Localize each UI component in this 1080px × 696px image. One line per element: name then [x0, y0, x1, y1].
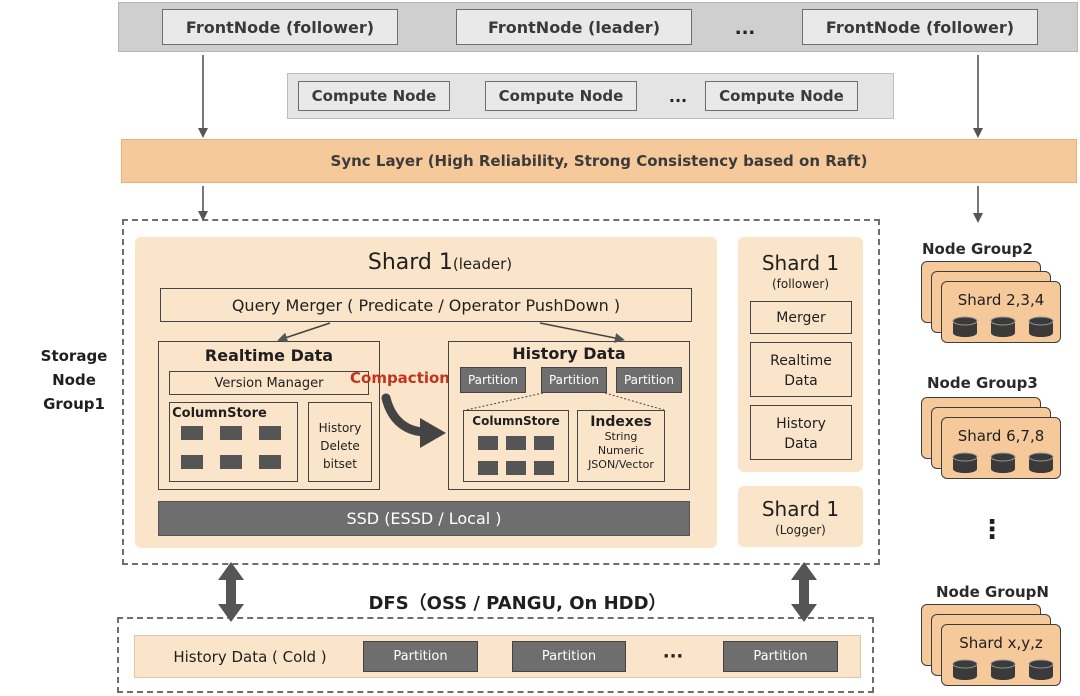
dfs-partition-1[interactable]: Partition	[363, 641, 478, 672]
front-node-leader[interactable]: FrontNode (leader)	[456, 9, 692, 45]
history-block-5	[506, 461, 526, 475]
compute-node-1[interactable]: Compute Node	[298, 81, 450, 111]
storage-label-line1: Storage	[40, 347, 108, 365]
disk-icon	[990, 659, 1016, 680]
shard-leader-name: Shard 1	[367, 250, 453, 275]
compute-node-2[interactable]: Compute Node	[485, 81, 637, 111]
history-columnstore-label: ColumnStore	[472, 414, 560, 428]
index-json-vector: JSON/Vector	[588, 458, 654, 471]
shard-follower-title: Shard 1	[761, 251, 840, 275]
sync-layer: Sync Layer (High Reliability, Strong Con…	[121, 139, 1077, 183]
front-node-follower-right[interactable]: FrontNode (follower)	[802, 9, 1038, 45]
shard-logger-title: Shard 1	[761, 497, 840, 521]
realtime-block-2	[220, 426, 242, 440]
disk-icon	[952, 316, 978, 337]
compute-node-3[interactable]: Compute Node	[705, 81, 858, 111]
history-data-cold: History Data ( Cold )	[173, 648, 327, 666]
node-group-ellipsis: ⋮	[979, 515, 1005, 545]
ssd-bar[interactable]: SSD (ESSD / Local )	[158, 501, 690, 536]
realtime-block-6	[259, 455, 281, 469]
realtime-block-5	[220, 455, 242, 469]
dfs-ellipsis: ···	[662, 645, 684, 667]
disk-icon	[990, 452, 1016, 473]
node-group3-title: Node Group3	[927, 374, 1038, 392]
follower-realtime-line2: Data	[784, 373, 818, 389]
shard-logger-role: (Logger)	[775, 523, 826, 537]
follower-history-data[interactable]: History Data	[750, 405, 852, 460]
disk-icon	[952, 659, 978, 680]
realtime-data-title: Realtime Data	[204, 345, 334, 365]
node-groupN-title: Node GroupN	[936, 583, 1049, 601]
dfs-partition-2[interactable]: Partition	[512, 641, 626, 672]
dfs-partition-3[interactable]: Partition	[723, 641, 838, 672]
storage-label-line2: Node	[52, 371, 96, 389]
node-group3-shards: Shard 6,7,8	[957, 427, 1045, 445]
disk-icon	[1028, 659, 1054, 680]
compaction-label: Compaction	[350, 369, 450, 387]
history-data-title: History Data	[512, 343, 626, 363]
history-block-1	[478, 436, 498, 450]
follower-realtime-data[interactable]: Realtime Data	[750, 342, 852, 397]
history-block-3	[534, 436, 554, 450]
disk-icon	[1028, 316, 1054, 337]
realtime-block-4	[181, 455, 203, 469]
version-manager[interactable]: Version Manager	[169, 371, 369, 395]
follower-history-line1: History	[776, 416, 826, 432]
follower-merger[interactable]: Merger	[750, 301, 852, 334]
disk-icon	[1028, 452, 1054, 473]
index-string: String	[604, 430, 638, 443]
storage-node-group1-label: Storage Node Group1	[26, 344, 122, 416]
compute-node-ellipsis: ...	[668, 86, 688, 106]
history-delete-line2: Delete	[320, 439, 360, 453]
history-partition-1[interactable]: Partition	[460, 367, 526, 393]
storage-label-line3: Group1	[43, 395, 105, 413]
node-group2-shards: Shard 2,3,4	[957, 291, 1045, 309]
query-merger[interactable]: Query Merger ( Predicate / Operator Push…	[160, 288, 692, 322]
history-block-6	[534, 461, 554, 475]
storage-dfs-sync-arrow-left	[218, 562, 244, 622]
history-block-2	[506, 436, 526, 450]
node-groupN-shards: Shard x,y,z	[959, 634, 1043, 652]
shard-follower-role: (follower)	[771, 277, 830, 291]
node-group2-title: Node Group2	[922, 240, 1033, 258]
history-delete-line3: bitset	[323, 457, 357, 471]
follower-realtime-line1: Realtime	[770, 353, 832, 369]
shard-leader-role: (leader)	[452, 255, 513, 273]
history-block-4	[478, 461, 498, 475]
indexes-box: Indexes String Numeric JSON/Vector	[577, 410, 665, 482]
follower-history-line2: Data	[784, 436, 818, 452]
history-delete-line1: History	[318, 421, 362, 435]
history-delete-bitset: History Delete bitset	[308, 402, 372, 482]
disk-icon	[952, 452, 978, 473]
indexes-title: Indexes	[590, 414, 652, 430]
storage-dfs-sync-arrow-right	[791, 562, 817, 622]
disk-icon	[990, 316, 1016, 337]
history-partition-3[interactable]: Partition	[616, 367, 682, 393]
front-node-ellipsis: ...	[734, 17, 756, 39]
index-numeric: Numeric	[597, 444, 645, 457]
realtime-columnstore-label: ColumnStore	[172, 405, 267, 421]
realtime-block-1	[181, 426, 203, 440]
history-partition-2[interactable]: Partition	[541, 367, 607, 393]
realtime-block-3	[259, 426, 281, 440]
shard-leader-title: Shard 1(leader)	[340, 250, 540, 275]
front-node-follower-left[interactable]: FrontNode (follower)	[162, 9, 398, 45]
dfs-title: DFS（OSS / PANGU, On HDD）	[325, 588, 710, 616]
